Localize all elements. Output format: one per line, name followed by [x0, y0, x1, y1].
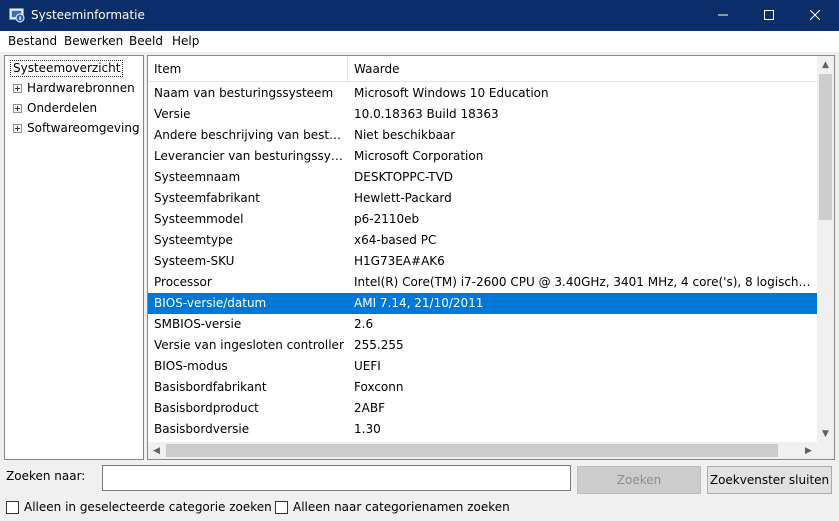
expand-icon[interactable]: [13, 124, 22, 133]
item-cell: Systeem-SKU: [154, 254, 235, 268]
expand-icon[interactable]: [13, 84, 22, 93]
checkbox-label: Alleen in geselecteerde categorie zoeken: [24, 500, 272, 514]
column-header-value[interactable]: Waarde: [354, 62, 400, 76]
search-category-names-checkbox[interactable]: Alleen naar categorienamen zoeken: [275, 500, 510, 514]
value-cell: DESKTOPPC-TVD: [354, 170, 454, 184]
menu-beeld[interactable]: Beeld: [129, 34, 163, 48]
item-cell: Leverancier van besturingssysteem: [154, 149, 346, 163]
scroll-up-icon[interactable]: ▲: [817, 56, 834, 73]
search-input[interactable]: [102, 465, 571, 491]
item-cell: Basisbordfabrikant: [154, 380, 267, 394]
value-cell: p6-2110eb: [354, 212, 420, 226]
value-cell: Intel(R) Core(TM) i7-2600 CPU @ 3.40GHz,…: [354, 275, 814, 289]
value-cell: 2.6: [354, 317, 374, 331]
scroll-right-icon[interactable]: ▶: [800, 442, 817, 459]
scroll-corner: [817, 442, 834, 459]
table-row[interactable]: BIOS-versie/datum AMI 7.14, 21/10/2011: [148, 293, 817, 314]
horizontal-scroll-thumb[interactable]: [166, 444, 778, 457]
item-cell: BIOS-versie/datum: [154, 296, 267, 310]
table-row[interactable]: Systeemtype x64-based PC: [148, 230, 817, 251]
value-cell: x64-based PC: [354, 233, 437, 247]
scroll-down-icon[interactable]: ▼: [817, 425, 834, 442]
list-header: Item Waarde: [148, 56, 817, 82]
find-button[interactable]: Zoeken: [577, 466, 701, 494]
table-row[interactable]: Basisbordfabrikant Foxconn: [148, 377, 817, 398]
item-cell: Systeemtype: [154, 233, 233, 247]
table-row[interactable]: Systeemnaam DESKTOPPC-TVD: [148, 167, 817, 188]
value-cell: AMI 7.14, 21/10/2011: [354, 296, 484, 310]
category-tree[interactable]: Systeemoverzicht Hardwarebronnen Onderde…: [4, 55, 144, 460]
close-icon: [809, 9, 821, 23]
table-row[interactable]: Systeemfabrikant Hewlett-Packard: [148, 188, 817, 209]
close-find-button[interactable]: Zoekvenster sluiten: [707, 466, 832, 494]
table-row[interactable]: Systeemmodel p6-2110eb: [148, 209, 817, 230]
window-title: Systeeminformatie: [31, 8, 145, 22]
tree-item-label: Onderdelen: [27, 101, 98, 115]
table-row[interactable]: Processor Intel(R) Core(TM) i7-2600 CPU @…: [148, 272, 817, 293]
checkbox-box[interactable]: [6, 500, 19, 514]
close-button[interactable]: [792, 0, 838, 31]
checkbox-label: Alleen naar categorienamen zoeken: [293, 500, 510, 514]
vertical-scroll-thumb[interactable]: [819, 74, 832, 220]
table-row[interactable]: Leverancier van besturingssysteem Microso…: [148, 146, 817, 167]
item-cell: Basisbordproduct: [154, 401, 259, 415]
value-cell: Microsoft Corporation: [354, 149, 484, 163]
value-cell: 2ABF: [354, 401, 385, 415]
app-icon: [9, 7, 25, 23]
table-row[interactable]: Naam van besturingssysteem Microsoft Wind…: [148, 83, 817, 104]
value-cell: H1G73EA#AK6: [354, 254, 445, 268]
table-row[interactable]: Basisbordversie 1.30: [148, 419, 817, 440]
value-cell: Niet beschikbaar: [354, 128, 456, 142]
maximize-button[interactable]: [746, 0, 792, 31]
item-cell: Andere beschrijving van besturingssystee…: [154, 128, 346, 142]
table-row[interactable]: Systeem-SKU H1G73EA#AK6: [148, 251, 817, 272]
table-row[interactable]: Andere beschrijving van besturingssystee…: [148, 125, 817, 146]
table-row[interactable]: SMBIOS-versie 2.6: [148, 314, 817, 335]
value-cell: Foxconn: [354, 380, 404, 394]
minimize-icon: [718, 9, 728, 23]
value-cell: Hewlett-Packard: [354, 191, 452, 205]
vertical-scrollbar[interactable]: ▲ ▼: [817, 56, 834, 442]
value-cell: 255.255: [354, 338, 404, 352]
item-cell: Processor: [154, 275, 212, 289]
menu-bestand[interactable]: Bestand: [8, 34, 57, 48]
menu-help[interactable]: Help: [172, 34, 199, 48]
item-cell: Systeemnaam: [154, 170, 241, 184]
scroll-left-icon[interactable]: ◀: [148, 442, 165, 459]
item-cell: BIOS-modus: [154, 359, 228, 373]
tree-item-label: Softwareomgeving: [27, 121, 140, 135]
list-rows: Naam van besturingssysteem Microsoft Wind…: [148, 83, 817, 440]
table-row[interactable]: BIOS-modus UEFI: [148, 356, 817, 377]
table-row[interactable]: Basisbordproduct 2ABF: [148, 398, 817, 419]
column-divider[interactable]: [347, 56, 348, 82]
value-cell: 10.0.18363 Build 18363: [354, 107, 499, 121]
value-cell: Microsoft Windows 10 Education: [354, 86, 549, 100]
item-cell: Basisbordversie: [154, 422, 250, 436]
table-row[interactable]: Versie van ingesloten controller 255.255: [148, 335, 817, 356]
value-cell: UEFI: [354, 359, 381, 373]
menu-bewerken[interactable]: Bewerken: [64, 34, 123, 48]
menu-bar: Bestand Bewerken Beeld Help: [0, 31, 839, 52]
checkbox-box[interactable]: [275, 500, 288, 514]
table-row[interactable]: Versie 10.0.18363 Build 18363: [148, 104, 817, 125]
column-header-item[interactable]: Item: [154, 62, 181, 76]
item-cell: Systeemfabrikant: [154, 191, 260, 205]
value-cell: 1.30: [354, 422, 381, 436]
horizontal-scrollbar[interactable]: ◀ ▶: [148, 442, 817, 459]
minimize-button[interactable]: [700, 0, 746, 31]
item-cell: Systeemmodel: [154, 212, 244, 226]
search-selected-category-checkbox[interactable]: Alleen in geselecteerde categorie zoeken: [6, 500, 272, 514]
tree-item-label: Hardwarebronnen: [27, 81, 135, 95]
item-cell: Versie: [154, 107, 191, 121]
tree-item-systeemoverzicht[interactable]: Systeemoverzicht: [10, 60, 124, 77]
item-cell: Naam van besturingssysteem: [154, 86, 334, 100]
item-cell: Versie van ingesloten controller: [154, 338, 344, 352]
search-label: Zoeken naar:: [6, 469, 86, 483]
title-bar[interactable]: Systeeminformatie: [0, 0, 839, 31]
expand-icon[interactable]: [13, 104, 22, 113]
details-list[interactable]: Item Waarde Naam van besturingssysteem Mi…: [147, 55, 835, 460]
item-cell: SMBIOS-versie: [154, 317, 242, 331]
maximize-icon: [764, 9, 774, 23]
